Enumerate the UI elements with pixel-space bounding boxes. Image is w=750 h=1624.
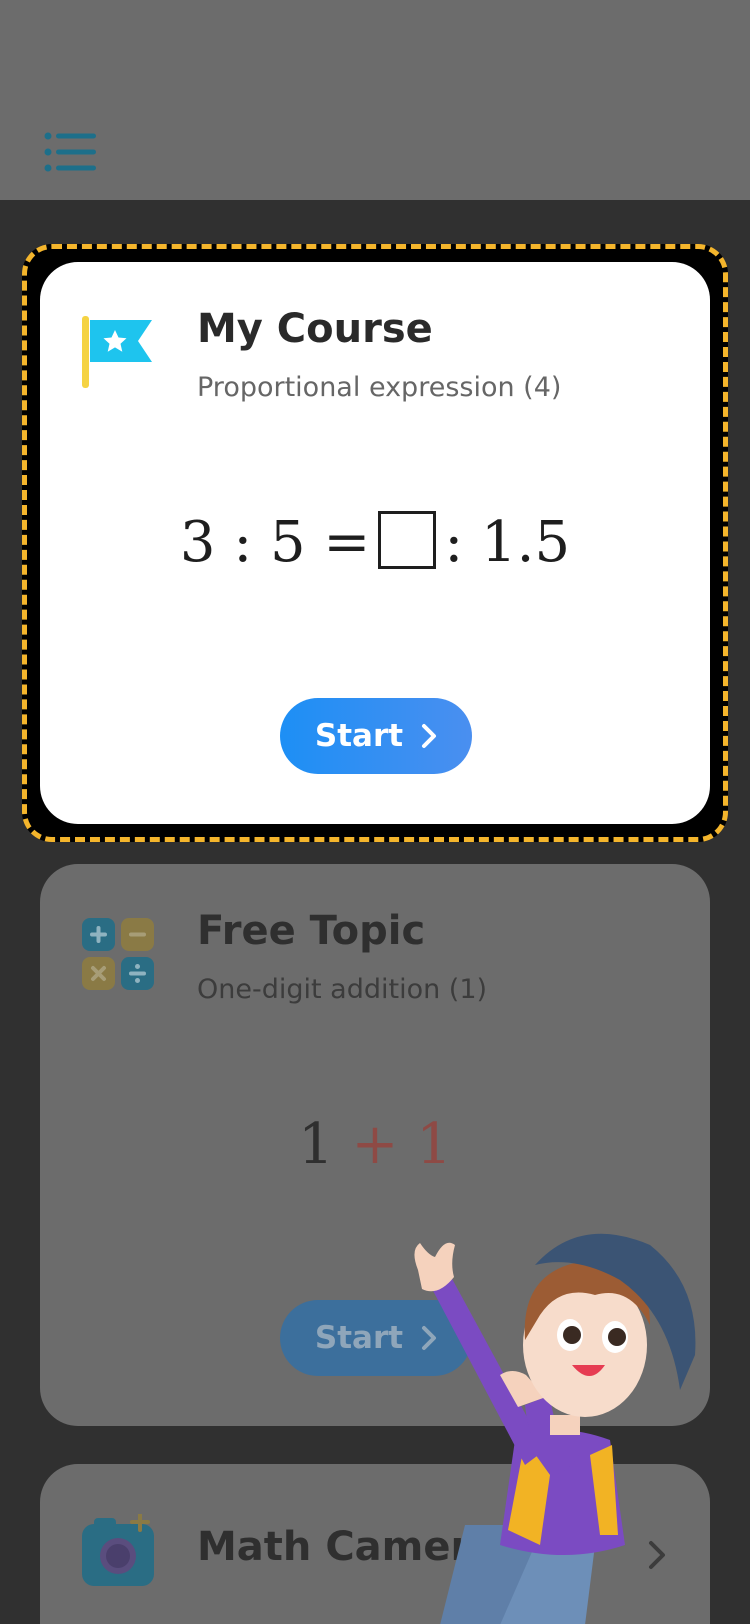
mascot-character: [414, 1233, 696, 1624]
equation-b: 1: [416, 1112, 452, 1177]
equation-a: 1: [298, 1112, 334, 1177]
answer-box: [378, 511, 437, 569]
equation-op: +: [351, 1112, 399, 1177]
course-subtitle: Proportional expression (4): [197, 372, 562, 403]
list-icon[interactable]: [44, 132, 100, 172]
topic-title: Free Topic: [197, 908, 426, 954]
my-course-card[interactable]: My Course Proportional expression (4) 3 …: [40, 262, 710, 824]
camera-icon: [82, 1514, 154, 1586]
chevron-right-icon: [422, 724, 437, 748]
equation-right: : 1.5: [444, 510, 571, 575]
topic-subtitle: One-digit addition (1): [197, 974, 488, 1005]
equation-left: 3 : 5 =: [179, 510, 371, 575]
equation: 3 : 5 = : 1.5: [40, 510, 710, 575]
start-label: Start: [314, 718, 404, 754]
flag-star-icon: [82, 316, 152, 388]
course-title: My Course: [197, 306, 433, 352]
calculator-operations-icon: [82, 918, 154, 990]
top-bar: [0, 0, 750, 200]
topic-equation: 1 + 1: [40, 1112, 710, 1177]
start-button[interactable]: Start: [280, 698, 472, 774]
